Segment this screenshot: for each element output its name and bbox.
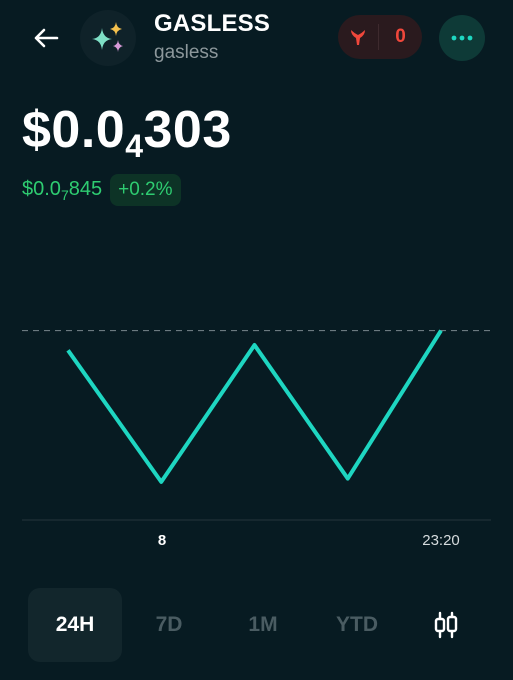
back-button[interactable] [30, 22, 62, 54]
timeframe-tabs: 24H 7D 1M YTD [28, 588, 488, 662]
tab-label: 1M [248, 613, 278, 636]
more-dots-icon [451, 35, 473, 41]
price-prefix: $0.0 [22, 101, 126, 159]
more-button[interactable] [439, 15, 485, 61]
fire-reaction-button[interactable]: 0 [338, 15, 422, 59]
token-price: $0.04303 [22, 100, 232, 165]
tab-label: YTD [336, 613, 378, 636]
price-change-amount: $0.07845 [22, 178, 102, 203]
price-line [66, 329, 443, 484]
token-symbol: gasless [154, 42, 219, 63]
tab-1m[interactable]: 1M [216, 588, 310, 662]
tab-ytd[interactable]: YTD [310, 588, 404, 662]
x-tick-label: 8 [157, 532, 167, 549]
token-name: GASLESS [154, 10, 271, 37]
change-zero-count: 7 [60, 186, 69, 203]
sparkles-icon [92, 22, 123, 52]
chart-type-toggle[interactable] [404, 588, 488, 662]
token-avatar [80, 10, 136, 66]
arrow-left-icon [34, 28, 59, 48]
x-tick-label: 23:20 [422, 532, 460, 549]
price-digits: 303 [143, 101, 232, 159]
tab-label: 24H [55, 613, 95, 636]
price-change-percent: +0.2% [110, 174, 181, 206]
change-prefix: $0.0 [22, 177, 61, 200]
candlestick-icon [434, 611, 458, 639]
fire-count: 0 [395, 26, 406, 47]
tab-24h[interactable]: 24H [28, 588, 122, 662]
tab-label: 7D [155, 613, 183, 636]
price-chart[interactable] [0, 300, 513, 560]
change-digits: 845 [68, 177, 103, 200]
price-zero-count: 4 [125, 128, 144, 164]
price-change-row: $0.07845 +0.2% [22, 172, 181, 208]
tab-7d[interactable]: 7D [122, 588, 216, 662]
flame-icon [351, 30, 365, 45]
header: GASLESS gasless 0 [0, 0, 513, 80]
